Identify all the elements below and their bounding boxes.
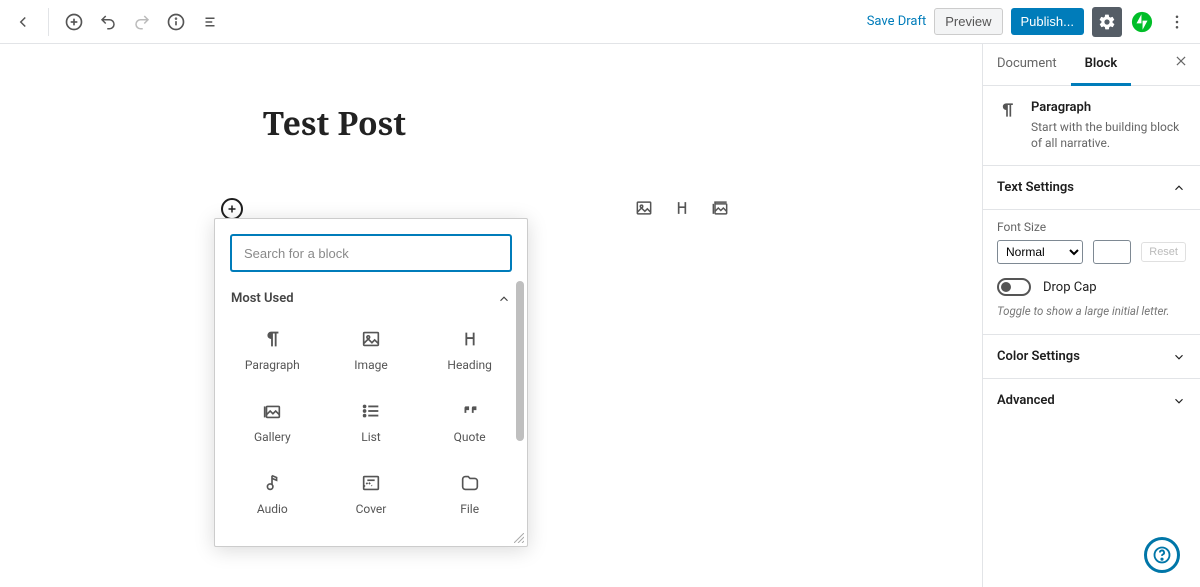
block-gallery[interactable]: Gallery <box>223 386 322 458</box>
drop-cap-toggle[interactable] <box>997 278 1031 296</box>
panel-title: Color Settings <box>997 349 1080 364</box>
inserter-scrollbar[interactable] <box>515 281 525 540</box>
file-icon <box>459 472 481 494</box>
list-icon <box>360 400 382 422</box>
block-info-title: Paragraph <box>1031 100 1186 115</box>
panel-title: Advanced <box>997 393 1055 408</box>
section-title: Most Used <box>231 291 294 306</box>
audio-icon <box>261 472 283 494</box>
drop-cap-label: Drop Cap <box>1043 280 1097 295</box>
add-block-button[interactable] <box>59 7 89 37</box>
block-quote[interactable]: Quote <box>420 386 519 458</box>
block-info-panel: Paragraph Start with the building block … <box>983 86 1200 166</box>
block-label: List <box>361 430 381 444</box>
quick-heading-icon[interactable] <box>672 198 692 218</box>
pilcrow-icon <box>997 100 1019 151</box>
image-icon <box>360 328 382 350</box>
editor-canvas: Test Post Most Used Paragraph Image <box>0 44 982 587</box>
outline-button[interactable] <box>195 7 225 37</box>
font-size-select[interactable]: Normal <box>997 240 1083 264</box>
block-paragraph[interactable]: Paragraph <box>223 314 322 386</box>
quote-icon <box>459 400 481 422</box>
chevron-down-icon <box>1172 350 1186 364</box>
chevron-down-icon <box>1172 394 1186 408</box>
resize-handle-icon[interactable] <box>514 533 524 543</box>
block-inserter-popover: Most Used Paragraph Image Heading Galler… <box>214 218 528 547</box>
toolbar-left <box>8 7 225 37</box>
block-heading[interactable]: Heading <box>420 314 519 386</box>
quick-gallery-icon[interactable] <box>710 198 730 218</box>
font-size-label: Font Size <box>997 220 1186 234</box>
cover-icon <box>360 472 382 494</box>
font-size-number-input[interactable] <box>1093 240 1131 264</box>
close-sidebar-button[interactable] <box>1162 44 1200 85</box>
panel-title: Text Settings <box>997 180 1074 195</box>
post-title[interactable]: Test Post <box>263 102 406 145</box>
font-size-reset-button[interactable]: Reset <box>1141 242 1186 262</box>
block-label: Heading <box>447 358 492 372</box>
block-cover[interactable]: Cover <box>322 458 421 530</box>
block-image[interactable]: Image <box>322 314 421 386</box>
panel-text-settings[interactable]: Text Settings <box>983 166 1200 210</box>
quick-image-icon[interactable] <box>634 198 654 218</box>
panel-color-settings[interactable]: Color Settings <box>983 335 1200 379</box>
block-label: Audio <box>257 502 288 516</box>
gallery-icon <box>261 400 283 422</box>
panel-text-settings-body: Font Size Normal Reset Drop Cap Toggle t… <box>983 210 1200 335</box>
block-label: Paragraph <box>245 358 300 372</box>
top-toolbar: Save Draft Preview Publish... <box>0 0 1200 44</box>
inserter-section-most-used[interactable]: Most Used <box>215 283 527 310</box>
redo-button[interactable] <box>127 7 157 37</box>
block-label: File <box>460 502 479 516</box>
settings-toggle-button[interactable] <box>1092 7 1122 37</box>
block-label: Gallery <box>254 430 291 444</box>
block-label: Quote <box>454 430 486 444</box>
divider <box>48 8 49 36</box>
panel-advanced[interactable]: Advanced <box>983 379 1200 422</box>
block-file[interactable]: File <box>420 458 519 530</box>
block-audio[interactable]: Audio <box>223 458 322 530</box>
back-button[interactable] <box>8 7 38 37</box>
inserter-grid: Paragraph Image Heading Gallery List Quo… <box>215 310 527 546</box>
block-label: Cover <box>356 502 387 516</box>
sidebar-tabs: Document Block <box>983 44 1200 86</box>
settings-sidebar: Document Block Paragraph Start with the … <box>982 44 1200 587</box>
chevron-up-icon <box>497 292 511 306</box>
toolbar-right: Save Draft Preview Publish... <box>867 7 1192 37</box>
chevron-up-icon <box>1172 181 1186 195</box>
drop-cap-helper: Toggle to show a large initial letter. <box>997 304 1186 318</box>
block-quick-inserter <box>634 198 730 218</box>
undo-button[interactable] <box>93 7 123 37</box>
block-list[interactable]: List <box>322 386 421 458</box>
inserter-toggle[interactable] <box>221 198 243 220</box>
block-label: Image <box>354 358 387 372</box>
publish-button[interactable]: Publish... <box>1011 8 1084 35</box>
tab-block[interactable]: Block <box>1071 44 1132 86</box>
heading-icon <box>459 328 481 350</box>
save-draft-link[interactable]: Save Draft <box>867 14 927 29</box>
preview-button[interactable]: Preview <box>934 8 1002 35</box>
block-info-desc: Start with the building block of all nar… <box>1031 119 1186 151</box>
jetpack-icon[interactable] <box>1130 10 1154 34</box>
block-search-input[interactable] <box>231 235 511 271</box>
info-button[interactable] <box>161 7 191 37</box>
tab-document[interactable]: Document <box>983 44 1071 85</box>
help-fab[interactable] <box>1144 537 1180 573</box>
pilcrow-icon <box>261 328 283 350</box>
more-menu-button[interactable] <box>1162 7 1192 37</box>
